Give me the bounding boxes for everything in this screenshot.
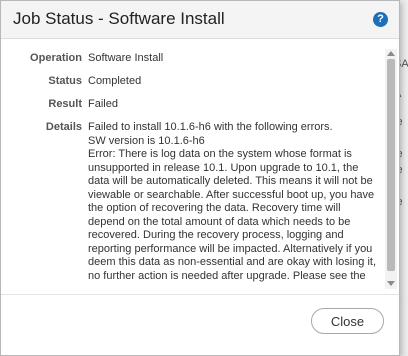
details-line: deem this data as non-essential and are … [88,256,376,268]
details-line: unsupported in release 10.1. Upon upgrad… [88,161,359,174]
scrollbar-thumb[interactable] [387,59,395,271]
dialog-title: Job Status - Software Install [13,9,225,28]
details-line: data will be automatically deleted. This… [88,175,373,187]
footer-divider [1,294,399,295]
details-line: Error: There is log data on the system w… [88,148,352,160]
scroll-up-arrow-icon[interactable] [387,51,395,56]
dialog-title-bar[interactable]: Job Status - Software Install ? [1,1,399,39]
operation-label: Operation [30,52,82,64]
close-button[interactable]: Close [311,308,384,334]
details-line: reporting performance will be impacted. … [88,242,373,255]
details-text: Failed to install 10.1.6-h6 with the fol… [88,121,380,283]
details-line: SW version is 10.1.6-h6 [88,134,205,147]
details-line: viewable or searchable. After successful… [88,188,375,201]
result-value: Failed [88,98,118,110]
details-line: recovered. During the recovery process, … [88,229,344,241]
details-line: Failed to install 10.1.6-h6 with the fol… [88,121,333,133]
job-details-content: Operation Software Install Status Comple… [1,39,385,291]
details-scrollbar[interactable] [385,49,397,289]
help-icon[interactable]: ? [373,12,388,27]
scroll-down-arrow-icon[interactable] [387,281,395,286]
result-label: Result [48,98,82,110]
details-line: depend on the total amount of data which… [88,215,351,228]
operation-value: Software Install [88,52,164,64]
details-label: Details [45,121,82,133]
details-line: the option of recovering the data. Recov… [88,202,341,214]
details-line: no further action is needed after upgrad… [88,269,366,282]
status-value: Completed [88,75,142,87]
status-label: Status [48,75,82,87]
job-status-dialog: Job Status - Software Install ? Operatio… [0,0,400,356]
